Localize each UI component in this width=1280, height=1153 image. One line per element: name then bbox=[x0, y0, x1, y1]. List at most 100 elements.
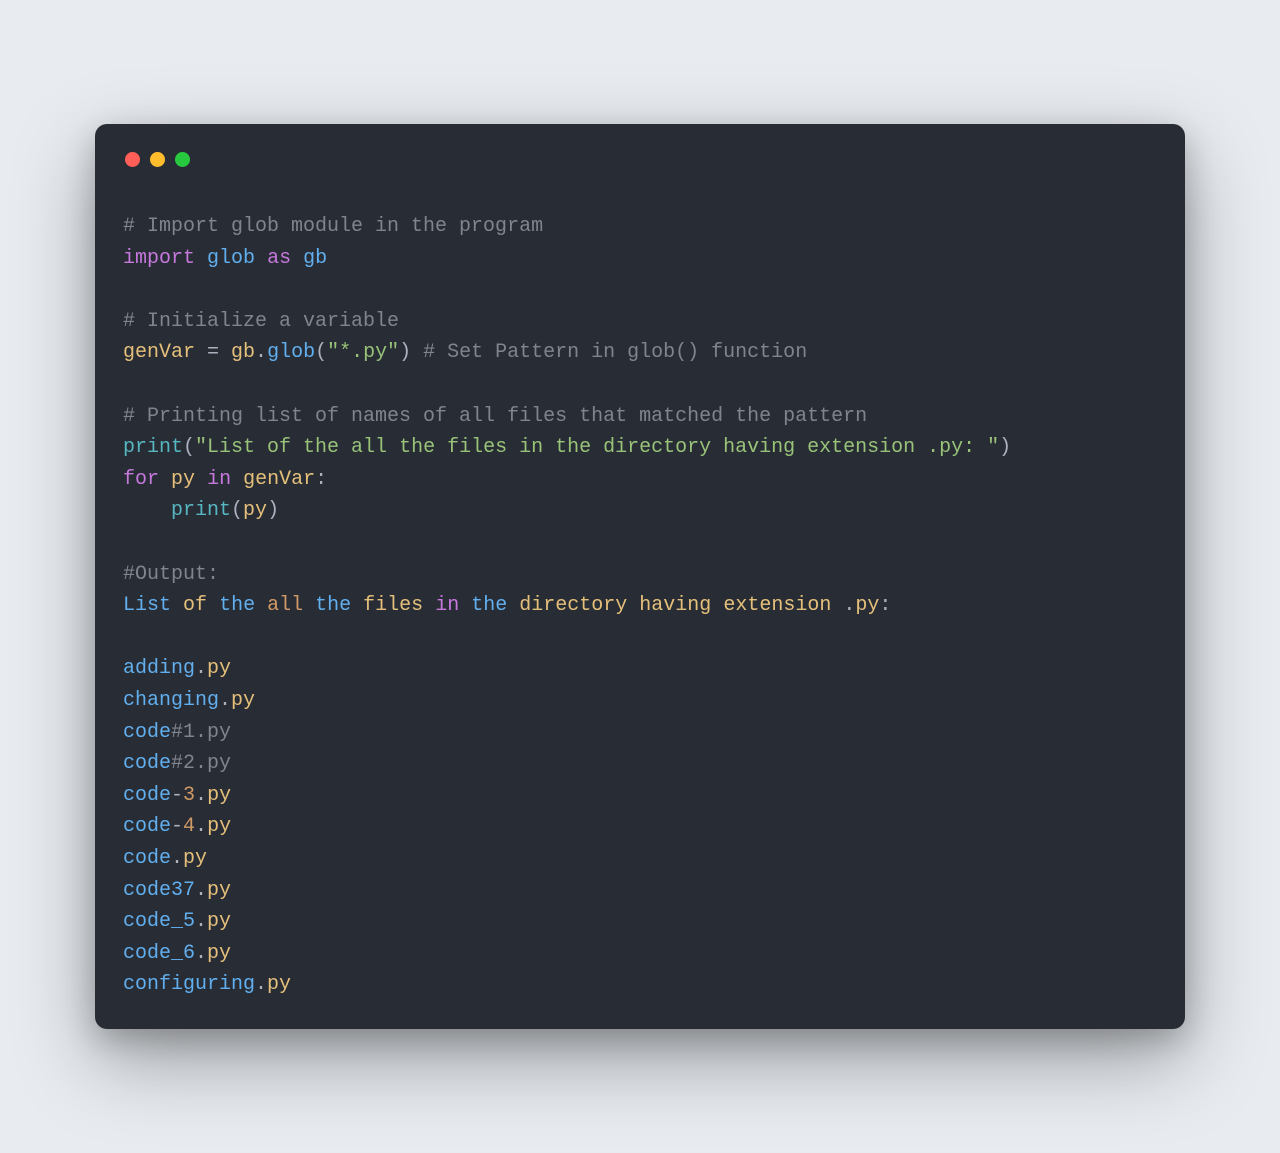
keyword-in: in bbox=[207, 468, 231, 491]
output-sep: . bbox=[219, 689, 231, 712]
operator: = bbox=[195, 341, 231, 364]
func-name: glob bbox=[267, 341, 315, 364]
comment-line: # Printing list of names of all files th… bbox=[123, 405, 867, 428]
output-token bbox=[627, 594, 639, 617]
output-ext: py bbox=[183, 847, 207, 870]
variable: genVar bbox=[123, 341, 195, 364]
paren: ( bbox=[183, 436, 195, 459]
output-ext: py bbox=[207, 657, 231, 680]
paren: ) bbox=[267, 499, 279, 522]
output-token bbox=[711, 594, 723, 617]
colon: : bbox=[315, 468, 327, 491]
output-token: . bbox=[843, 594, 855, 617]
paren: ) bbox=[999, 436, 1011, 459]
dot: . bbox=[255, 341, 267, 364]
output-token: of bbox=[183, 594, 207, 617]
output-filename: code_6 bbox=[123, 942, 195, 965]
output-filename: changing bbox=[123, 689, 219, 712]
output-token: the bbox=[471, 594, 507, 617]
output-sep: . bbox=[171, 847, 183, 870]
output-token: having bbox=[639, 594, 711, 617]
output-filename: code bbox=[123, 752, 171, 775]
comment-inline: # Set Pattern in glob() function bbox=[411, 341, 807, 364]
output-sep: . bbox=[255, 973, 267, 996]
output-filename: adding bbox=[123, 657, 195, 680]
output-ext: py bbox=[207, 784, 231, 807]
keyword-import: import bbox=[123, 247, 195, 270]
output-token bbox=[351, 594, 363, 617]
output-ext: py bbox=[207, 721, 231, 744]
output-sep: #1. bbox=[171, 721, 207, 744]
output-header: List of the all the files in the directo… bbox=[123, 594, 891, 617]
output-ext: py bbox=[207, 752, 231, 775]
output-ext: py bbox=[231, 689, 255, 712]
output-token: files bbox=[363, 594, 423, 617]
output-files: adding.py changing.py code#1.py code#2.p… bbox=[123, 657, 291, 996]
output-token bbox=[507, 594, 519, 617]
output-ext: py bbox=[207, 815, 231, 838]
output-sep: . bbox=[195, 879, 207, 902]
keyword-as: as bbox=[267, 247, 291, 270]
output-sep: . bbox=[195, 815, 207, 838]
loop-var: py bbox=[243, 499, 267, 522]
output-token: extension bbox=[723, 594, 831, 617]
code-window: # Import glob module in the program impo… bbox=[95, 124, 1185, 1029]
output-filename: code37 bbox=[123, 879, 195, 902]
output-token bbox=[255, 594, 267, 617]
paren: ( bbox=[315, 341, 327, 364]
paren: ( bbox=[231, 499, 243, 522]
comment-line: # Initialize a variable bbox=[123, 310, 399, 333]
module-name: glob bbox=[207, 247, 255, 270]
output-filename: code bbox=[123, 784, 171, 807]
paren: ) bbox=[399, 341, 411, 364]
string-literal: "List of the all the files in the direct… bbox=[195, 436, 999, 459]
minimize-icon[interactable] bbox=[150, 152, 165, 167]
keyword-for: for bbox=[123, 468, 159, 491]
output-token: all bbox=[267, 594, 303, 617]
output-token: py bbox=[855, 594, 879, 617]
output-token bbox=[303, 594, 315, 617]
output-token bbox=[207, 594, 219, 617]
output-sep: - bbox=[171, 784, 183, 807]
output-filename: code bbox=[123, 721, 171, 744]
output-token: in bbox=[435, 594, 459, 617]
output-token: List bbox=[123, 594, 171, 617]
close-icon[interactable] bbox=[125, 152, 140, 167]
builtin-print: print bbox=[123, 436, 183, 459]
output-sep: - bbox=[171, 815, 183, 838]
output-token bbox=[423, 594, 435, 617]
output-sep: . bbox=[195, 910, 207, 933]
output-filename: code bbox=[123, 847, 171, 870]
output-ext: py bbox=[207, 910, 231, 933]
output-filename: code bbox=[123, 815, 171, 838]
alias-name: gb bbox=[303, 247, 327, 270]
output-filename: code_5 bbox=[123, 910, 195, 933]
output-num: 3 bbox=[183, 784, 195, 807]
output-sep: #2. bbox=[171, 752, 207, 775]
output-filename: configuring bbox=[123, 973, 255, 996]
output-token: the bbox=[219, 594, 255, 617]
output-token bbox=[831, 594, 843, 617]
output-token bbox=[459, 594, 471, 617]
output-token bbox=[171, 594, 183, 617]
string-literal: "*.py" bbox=[327, 341, 399, 364]
comment-output: #Output: bbox=[123, 563, 219, 586]
output-ext: py bbox=[267, 973, 291, 996]
maximize-icon[interactable] bbox=[175, 152, 190, 167]
indent bbox=[123, 499, 171, 522]
window-controls bbox=[125, 152, 1157, 167]
output-sep: . bbox=[195, 657, 207, 680]
output-token: the bbox=[315, 594, 351, 617]
builtin-print: print bbox=[171, 499, 231, 522]
variable: genVar bbox=[243, 468, 315, 491]
output-sep: . bbox=[195, 784, 207, 807]
output-ext: py bbox=[207, 942, 231, 965]
loop-var: py bbox=[171, 468, 195, 491]
output-token: : bbox=[879, 594, 891, 617]
output-sep: . bbox=[195, 942, 207, 965]
output-ext: py bbox=[207, 879, 231, 902]
comment-line: # Import glob module in the program bbox=[123, 215, 543, 238]
output-token: directory bbox=[519, 594, 627, 617]
output-num: 4 bbox=[183, 815, 195, 838]
alias-ref: gb bbox=[231, 341, 255, 364]
